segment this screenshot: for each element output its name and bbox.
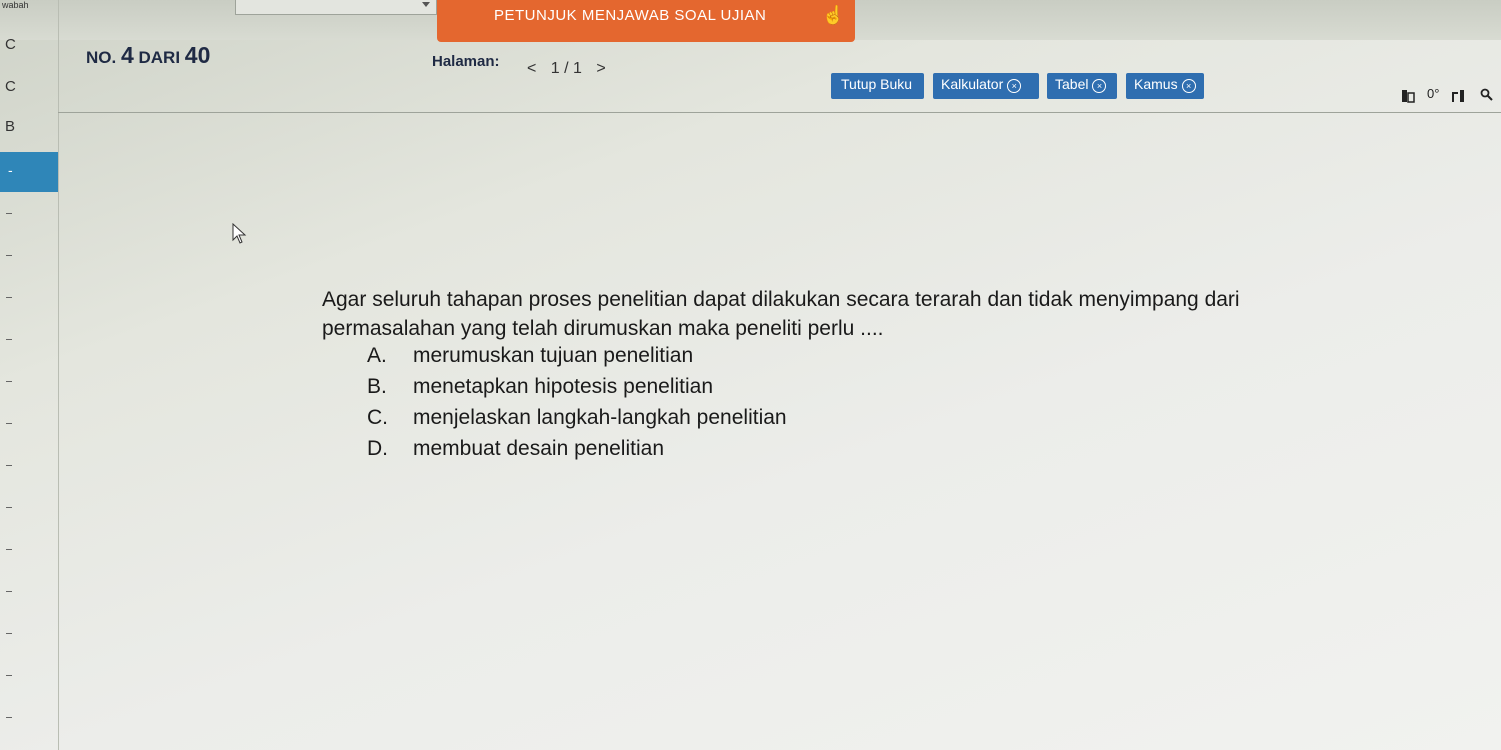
sidebar-item-answer[interactable]: B [0, 118, 58, 135]
sidebar-item-answer[interactable]: C [0, 78, 58, 95]
option-d[interactable]: D. membuat desain penelitian [367, 433, 787, 464]
question-sidebar: C C B - [0, 0, 59, 750]
sidebar-item-empty[interactable] [6, 717, 12, 718]
no-prefix: NO. [86, 48, 117, 67]
sidebar-item-empty[interactable] [6, 591, 12, 592]
question-text: Agar seluruh tahapan proses penelitian d… [322, 288, 1240, 340]
sidebar-item-empty[interactable] [6, 465, 12, 466]
option-text: membuat desain penelitian [413, 437, 664, 460]
kamus-button[interactable]: Kamus × [1126, 73, 1204, 99]
kalkulator-button[interactable]: Kalkulator × [933, 73, 1039, 99]
tabel-label: Tabel [1055, 76, 1089, 92]
option-letter: D. [367, 437, 388, 460]
answer-options: A. merumuskan tujuan penelitian B. menetap… [367, 340, 787, 464]
page-navigator: < 1 / 1 > [527, 60, 616, 78]
chevron-down-icon [422, 2, 430, 7]
sidebar-active-label: - [8, 162, 13, 178]
dari-label: DARI [138, 48, 181, 67]
close-icon: × [1181, 79, 1196, 93]
flip-icon[interactable] [1450, 88, 1466, 107]
rotation-value: 0° [1427, 86, 1440, 101]
top-dropdown[interactable] [235, 0, 437, 15]
question-number: NO. 4 DARI 40 [86, 42, 210, 69]
close-icon: × [1007, 79, 1022, 93]
tutup-buku-button[interactable]: Tutup Buku [831, 73, 924, 99]
sidebar-item-empty[interactable] [6, 255, 12, 256]
option-a[interactable]: A. merumuskan tujuan penelitian [367, 340, 787, 371]
petunjuk-button[interactable]: PETUNJUK MENJAWAB SOAL UJIAN ☝ [437, 0, 855, 42]
close-icon: × [1092, 79, 1107, 93]
current-number: 4 [120, 42, 134, 68]
sidebar-item-empty[interactable] [6, 213, 12, 214]
option-text: menetapkan hipotesis penelitian [413, 375, 714, 398]
mouse-cursor-icon [232, 222, 248, 250]
option-b[interactable]: B. menetapkan hipotesis penelitian [367, 371, 787, 402]
sidebar-item-empty[interactable] [6, 633, 12, 634]
option-text: merumuskan tujuan penelitian [413, 344, 694, 367]
sidebar-item-empty[interactable] [6, 675, 12, 676]
total-number: 40 [184, 42, 211, 68]
option-c[interactable]: C. menjelaskan langkah-langkah penelitian [367, 402, 787, 433]
sidebar-item-empty[interactable] [6, 381, 12, 382]
tutup-buku-label: Tutup Buku [841, 76, 913, 92]
petunjuk-label: PETUNJUK MENJAWAB SOAL UJIAN [494, 7, 767, 24]
prev-page-button[interactable]: < [527, 60, 536, 77]
sidebar-item-empty[interactable] [6, 339, 12, 340]
sidebar-item-empty[interactable] [6, 549, 12, 550]
sidebar-item-empty[interactable] [6, 297, 12, 298]
sidebar-item-active[interactable]: - [0, 152, 58, 192]
kalkulator-label: Kalkulator [941, 76, 1004, 92]
sidebar-item-empty[interactable] [6, 423, 12, 424]
sidebar-item-empty[interactable] [6, 507, 12, 508]
header-divider [58, 112, 1501, 113]
hand-pointer-icon: ☝ [822, 5, 845, 25]
zoom-icon[interactable] [1480, 88, 1494, 105]
option-letter: A. [367, 344, 387, 367]
rotate-icon[interactable] [1400, 88, 1416, 107]
next-page-button[interactable]: > [596, 60, 605, 77]
option-letter: C. [367, 406, 388, 429]
option-letter: B. [367, 375, 387, 398]
page-indicator: 1 / 1 [550, 60, 582, 77]
tabel-button[interactable]: Tabel × [1047, 73, 1117, 99]
kamus-label: Kamus [1134, 76, 1178, 92]
sidebar-item-answer[interactable]: C [0, 36, 58, 53]
halaman-label: Halaman: [432, 53, 500, 70]
option-text: menjelaskan langkah-langkah penelitian [413, 406, 787, 429]
